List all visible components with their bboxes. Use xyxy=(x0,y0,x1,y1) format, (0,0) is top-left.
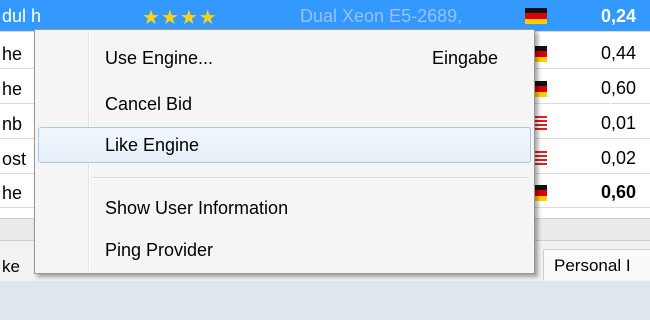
cell-server: Dual Xeon E5-2689, xyxy=(300,6,463,26)
cell-value: 0,01 xyxy=(600,113,636,133)
cell-engine-name: nb xyxy=(2,114,23,134)
cell-value: 0,02 xyxy=(600,148,636,168)
menu-item-cancel-bid[interactable]: Cancel Bid xyxy=(38,86,531,122)
menu-item-shortcut: Eingabe xyxy=(431,48,498,68)
rating-stars: ★★★★ xyxy=(142,7,218,29)
cell-engine-name: he xyxy=(2,183,23,203)
menu-item-like-engine[interactable]: Like Engine xyxy=(38,127,531,163)
cell-value: 0,44 xyxy=(600,43,636,63)
menu-item-label: Use Engine... xyxy=(105,48,214,68)
context-menu: Use Engine... Eingabe Cancel Bid Like En… xyxy=(34,29,535,274)
tab-personal[interactable]: Personal I xyxy=(543,249,650,280)
cell-engine-name: dul h xyxy=(2,6,42,26)
cell-engine-name: ost xyxy=(2,149,27,169)
germany-flag-icon xyxy=(525,8,547,24)
menu-item-ping-provider[interactable]: Ping Provider xyxy=(38,232,531,268)
cell-engine-name: he xyxy=(2,79,23,99)
cell-engine-name: he xyxy=(2,44,23,64)
menu-item-use-engine[interactable]: Use Engine... Eingabe xyxy=(38,40,531,76)
cell-value: 0,24 xyxy=(600,6,636,26)
table-row-selected[interactable]: dul h ★★★★ Dual Xeon E5-2689, 0,24 xyxy=(0,0,650,32)
menu-separator xyxy=(93,177,529,179)
menu-item-show-user-information[interactable]: Show User Information xyxy=(38,190,531,226)
menu-item-label: Ping Provider xyxy=(105,240,214,260)
bottom-panel xyxy=(0,281,650,320)
cell-value: 0,60 xyxy=(600,182,636,202)
menu-item-label: Like Engine xyxy=(105,135,200,155)
menu-item-label: Show User Information xyxy=(105,198,289,218)
menu-item-label: Cancel Bid xyxy=(105,94,193,114)
cell-value: 0,60 xyxy=(600,78,636,98)
tab-partial-left[interactable]: ke xyxy=(2,257,20,277)
